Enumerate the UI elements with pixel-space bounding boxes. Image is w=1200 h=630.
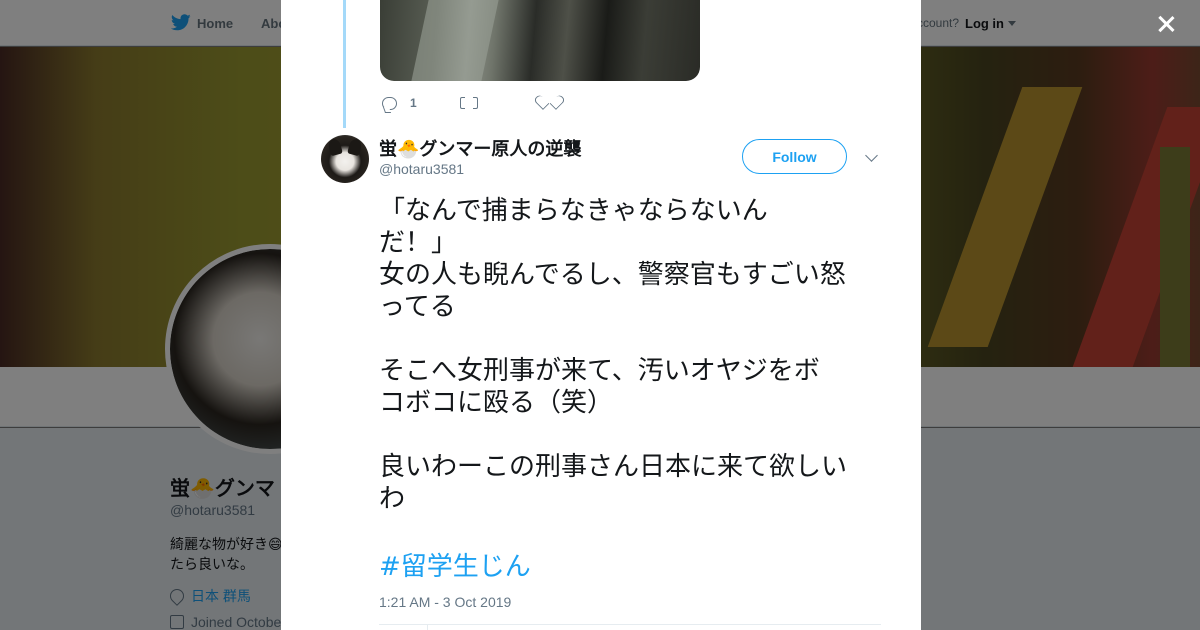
like-button[interactable] [542,96,557,110]
heart-icon [542,96,557,110]
divider [427,625,428,630]
tweet-text-line: そこへ女刑事が来て、汚いオヤジをボ [379,356,820,386]
reply-button[interactable]: 1 [382,96,460,110]
follow-button[interactable]: Follow [742,139,847,174]
tweet-text-line: ってる [379,292,456,322]
tweet-media-image[interactable] [380,0,700,81]
tweet-text-line: だ！」 [379,228,458,258]
reply-count: 1 [410,96,417,110]
tweet-text-line: 良いわーこの刑事さん日本に来て欲しい [379,452,848,482]
retweet-icon [460,95,478,111]
tweet-text: 「なんで捕まらなきゃならないん だ！」 女の人も睨んでるし、警察官もすごい怒 っ… [379,195,884,515]
reply-icon [382,96,397,110]
author-handle[interactable]: @hotaru3581 [379,161,464,177]
tweet-timestamp[interactable]: 1:21 AM - 3 Oct 2019 [379,594,511,610]
tweet-text-line: わ [379,484,406,514]
close-icon[interactable] [1152,10,1180,38]
thread-connector [343,0,346,128]
hashtag-link[interactable]: #留学生じん [379,546,531,583]
author-avatar[interactable] [321,135,369,183]
retweet-button[interactable] [460,95,542,111]
tweet-text-line: コボコに殴る（笑） [379,388,614,418]
tweet-text-line: 女の人も睨んでるし、警察官もすごい怒 [379,260,846,290]
parent-tweet-actions: 1 [382,93,557,113]
chevron-down-icon[interactable] [865,149,878,162]
tweet-text-line: 「なんで捕まらなきゃならないん [379,196,768,226]
divider [379,624,881,625]
author-name[interactable]: 蛍🐣グンマー原人の逆襲 [379,135,581,161]
tweet-modal: 1 蛍🐣グンマー原人の逆襲 @hotaru3581 Follow 「なんで捕まら… [281,0,921,630]
